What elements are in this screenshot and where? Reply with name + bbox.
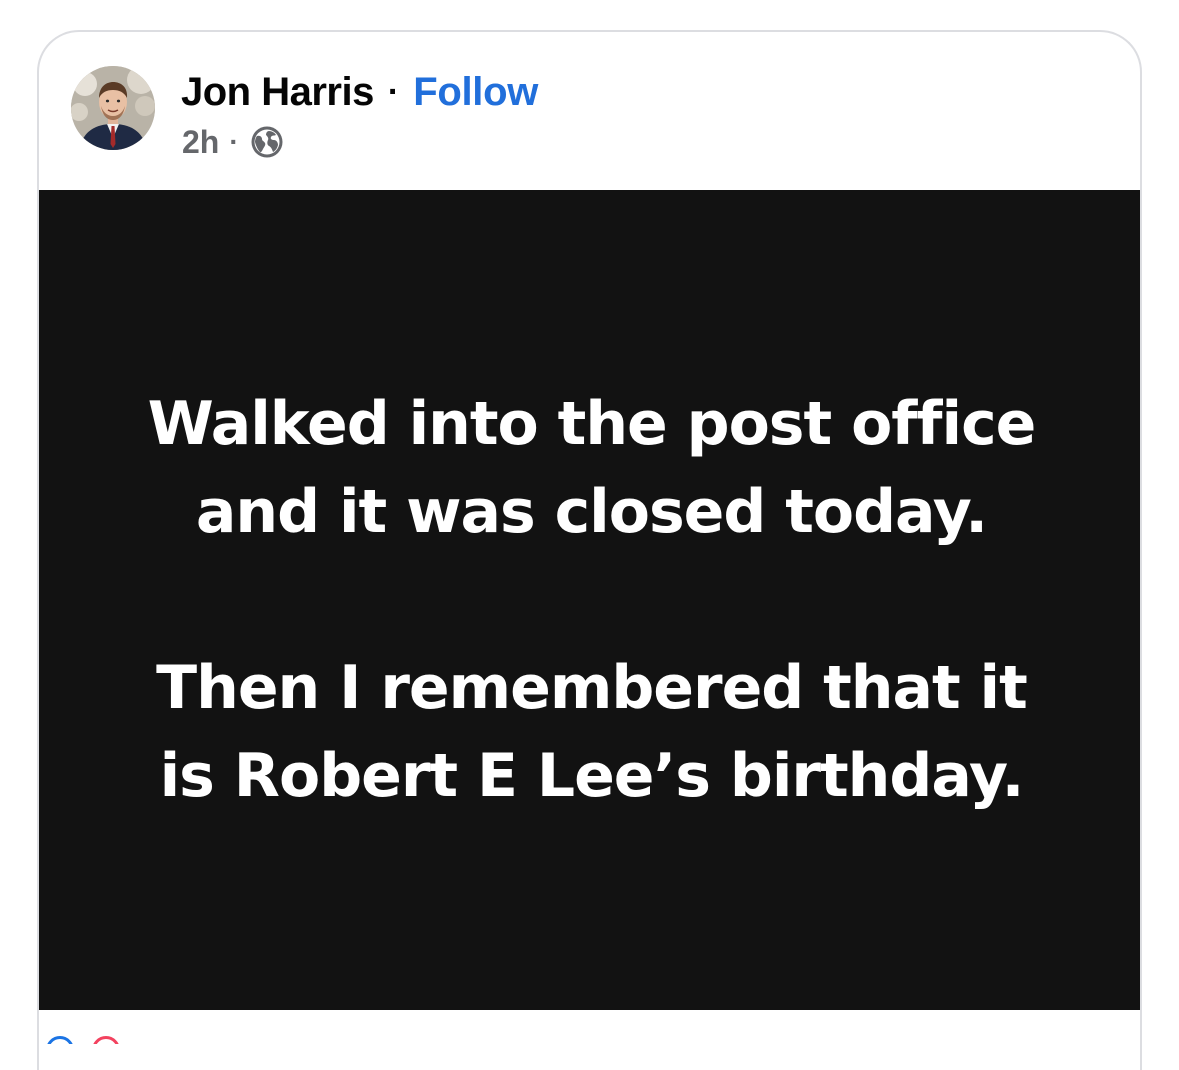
post-paragraph-2: Then I remembered that it is Robert E Le… — [156, 653, 1028, 811]
post-header: Jon Harris · Follow 2h · — [39, 32, 1140, 190]
author-avatar[interactable] — [71, 66, 155, 150]
like-icon — [46, 1036, 74, 1044]
reaction-strip[interactable] — [46, 1036, 166, 1044]
author-name[interactable]: Jon Harris — [181, 70, 374, 115]
meta-separator: · — [229, 126, 239, 157]
person-avatar-icon — [71, 66, 155, 150]
author-name-row: Jon Harris · Follow — [181, 66, 538, 118]
post-text: Walked into the post office and it was c… — [132, 380, 1052, 820]
post-text-background[interactable]: Walked into the post office and it was c… — [39, 190, 1140, 1010]
post-timestamp[interactable]: 2h — [182, 124, 219, 161]
love-icon — [92, 1036, 120, 1044]
post-paragraph-1: Walked into the post office and it was c… — [147, 389, 1037, 547]
post-meta-row: 2h · — [182, 122, 285, 162]
post-card: Jon Harris · Follow 2h · Walked into the… — [37, 30, 1142, 1070]
name-separator: · — [387, 72, 400, 111]
globe-icon[interactable] — [249, 124, 285, 160]
follow-button[interactable]: Follow — [413, 70, 538, 115]
